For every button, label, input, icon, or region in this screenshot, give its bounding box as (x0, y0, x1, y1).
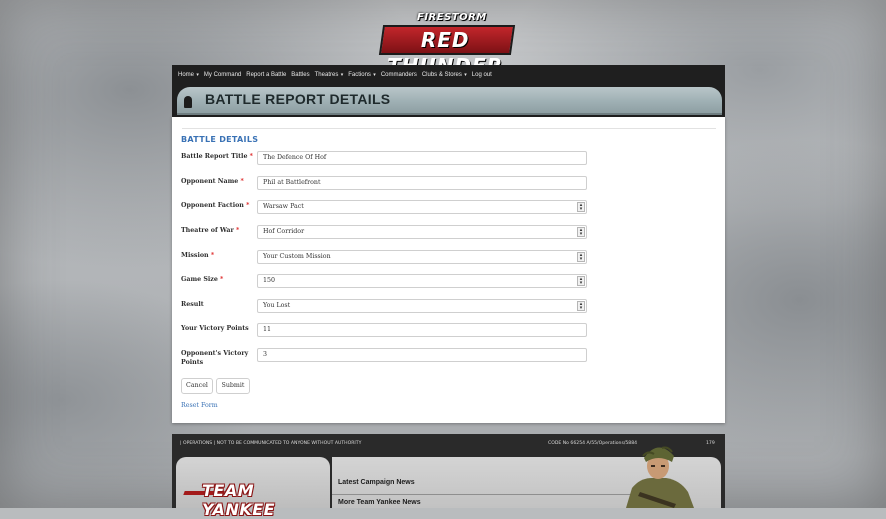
game-size-select[interactable]: 150 ▴ ▾ (257, 274, 587, 288)
nav-item-label: Clubs & Stores (421, 71, 462, 78)
nav-item-log-out[interactable]: Log out (472, 72, 492, 78)
your-victory-points-label: Your Victory Points (181, 324, 257, 333)
field-value: 3 (263, 351, 268, 358)
more-team-yankee-news-link[interactable]: More Team Yankee News (338, 499, 421, 506)
dropdown-arrow-icon[interactable]: ▴ ▾ (577, 252, 585, 262)
opponent-faction-label: Opponent Faction * (181, 201, 257, 210)
opponent-name-label: Opponent Name * (181, 177, 257, 186)
battle-report-title-label: Battle Report Title * (181, 152, 257, 161)
nav-item-clubs-stores[interactable]: Clubs & Stores ▾ (422, 72, 467, 78)
submit-button[interactable]: Submit (216, 378, 250, 394)
caret-down-icon: ▾ (195, 71, 199, 78)
caret-down-icon: ▾ (462, 71, 467, 78)
section-title: BATTLE DETAILS (181, 135, 259, 144)
theatre-of-war-label: Theatre of War * (181, 226, 257, 235)
page-title: BATTLE REPORT DETAILS (205, 91, 391, 107)
news-divider (332, 494, 632, 495)
field-value: The Defence Of Hof (263, 154, 327, 161)
field-value: 11 (263, 326, 272, 333)
your-victory-points-input[interactable]: 11 (257, 323, 587, 337)
team-yankee-box[interactable]: TEAM YANKEE (176, 457, 330, 519)
nav-item-report-a-battle[interactable]: Report a Battle (246, 72, 286, 78)
panel-divider (182, 128, 716, 129)
nav-item-theatres[interactable]: Theatres ▾ (315, 72, 344, 78)
footer-operations-text: | OPERATIONS | NOT TO BE COMMUNICATED TO… (180, 441, 362, 446)
banner-pin-icon (184, 96, 192, 108)
required-marker: * (236, 227, 240, 234)
mission-select[interactable]: Your Custom Mission ▴ ▾ (257, 250, 587, 264)
title-banner: BATTLE REPORT DETAILS (172, 84, 725, 117)
nav-item-label: Log out (471, 71, 492, 78)
required-marker: * (240, 178, 244, 185)
required-marker: * (220, 276, 224, 283)
field-label-text: Opponent's Victory Points (181, 350, 249, 366)
dropdown-arrow-icon[interactable]: ▴ ▾ (577, 301, 585, 311)
battle-report-title-input[interactable]: The Defence Of Hof (257, 151, 587, 165)
result-select[interactable]: You Lost ▴ ▾ (257, 299, 587, 313)
nav-item-commanders[interactable]: Commanders (381, 72, 417, 78)
dropdown-arrow-icon[interactable]: ▴ ▾ (577, 202, 585, 212)
nav-item-label: Report a Battle (246, 71, 287, 78)
field-label-text: Mission (181, 252, 209, 259)
team-yankee-logo: TEAM YANKEE (202, 481, 276, 519)
nav-item-label: Battles (291, 71, 310, 78)
field-label-text: Opponent Name (181, 178, 239, 185)
dropdown-arrow-icon[interactable]: ▴ ▾ (577, 227, 585, 237)
field-value: You Lost (263, 302, 291, 309)
opponent-s-victory-points-label: Opponent's Victory Points (181, 349, 257, 367)
field-value: Hof Corridor (263, 228, 305, 235)
logo-main-plate: RED THUNDER (378, 25, 516, 78)
logo-top-text: FIRESTORM (417, 12, 487, 23)
caret-down-icon: ▾ (339, 71, 344, 78)
field-label-text: Game Size (181, 276, 218, 283)
main-navbar: Home ▾ My Command Report a Battle Battles Th… (172, 65, 725, 84)
mission-label: Mission * (181, 251, 257, 260)
nav-item-label: Commanders (380, 71, 417, 78)
theatre-of-war-select[interactable]: Hof Corridor ▴ ▾ (257, 225, 587, 239)
field-value: Phil at Battlefront (263, 179, 321, 186)
cancel-button[interactable]: Cancel (181, 378, 213, 394)
site-logo[interactable]: FIRESTORM RED THUNDER (378, 12, 516, 78)
form-panel: BATTLE DETAILS Cancel Submit Reset Form … (172, 117, 725, 423)
nav-item-home[interactable]: Home ▾ (178, 72, 199, 78)
field-value: 150 (263, 277, 276, 284)
soldier-illustration (626, 446, 694, 508)
nav-item-label: Home (178, 71, 195, 78)
field-label-text: Opponent Faction (181, 202, 244, 209)
required-marker: * (246, 202, 250, 209)
opponent-s-victory-points-input[interactable]: 3 (257, 348, 587, 362)
nav-item-label: Theatres (314, 71, 339, 78)
footer: | OPERATIONS | NOT TO BE COMMUNICATED TO… (172, 434, 725, 519)
nav-item-label: My Command (203, 71, 242, 78)
nav-item-battles[interactable]: Battles (291, 72, 309, 78)
nav-item-my-command[interactable]: My Command (204, 72, 241, 78)
opponent-faction-select[interactable]: Warsaw Pact ▴ ▾ (257, 200, 587, 214)
dropdown-arrow-icon[interactable]: ▴ ▾ (577, 276, 585, 286)
field-label-text: Battle Report Title (181, 153, 248, 160)
reset-form-link[interactable]: Reset Form (181, 402, 218, 409)
required-marker: * (249, 153, 253, 160)
field-label-text: Your Victory Points (181, 325, 249, 332)
latest-campaign-news-link[interactable]: Latest Campaign News (338, 479, 415, 486)
field-value: Your Custom Mission (263, 253, 331, 260)
game-size-label: Game Size * (181, 275, 257, 284)
required-marker: * (210, 252, 215, 259)
field-label-text: Result (181, 301, 204, 308)
nav-item-factions[interactable]: Factions ▾ (348, 72, 376, 78)
field-value: Warsaw Pact (263, 203, 304, 210)
caret-down-icon: ▾ (371, 71, 376, 78)
footer-number: 179 (706, 441, 715, 446)
opponent-name-input[interactable]: Phil at Battlefront (257, 176, 587, 190)
nav-item-label: Factions (348, 71, 371, 78)
field-label-text: Theatre of War (181, 227, 234, 234)
result-label: Result (181, 300, 257, 309)
